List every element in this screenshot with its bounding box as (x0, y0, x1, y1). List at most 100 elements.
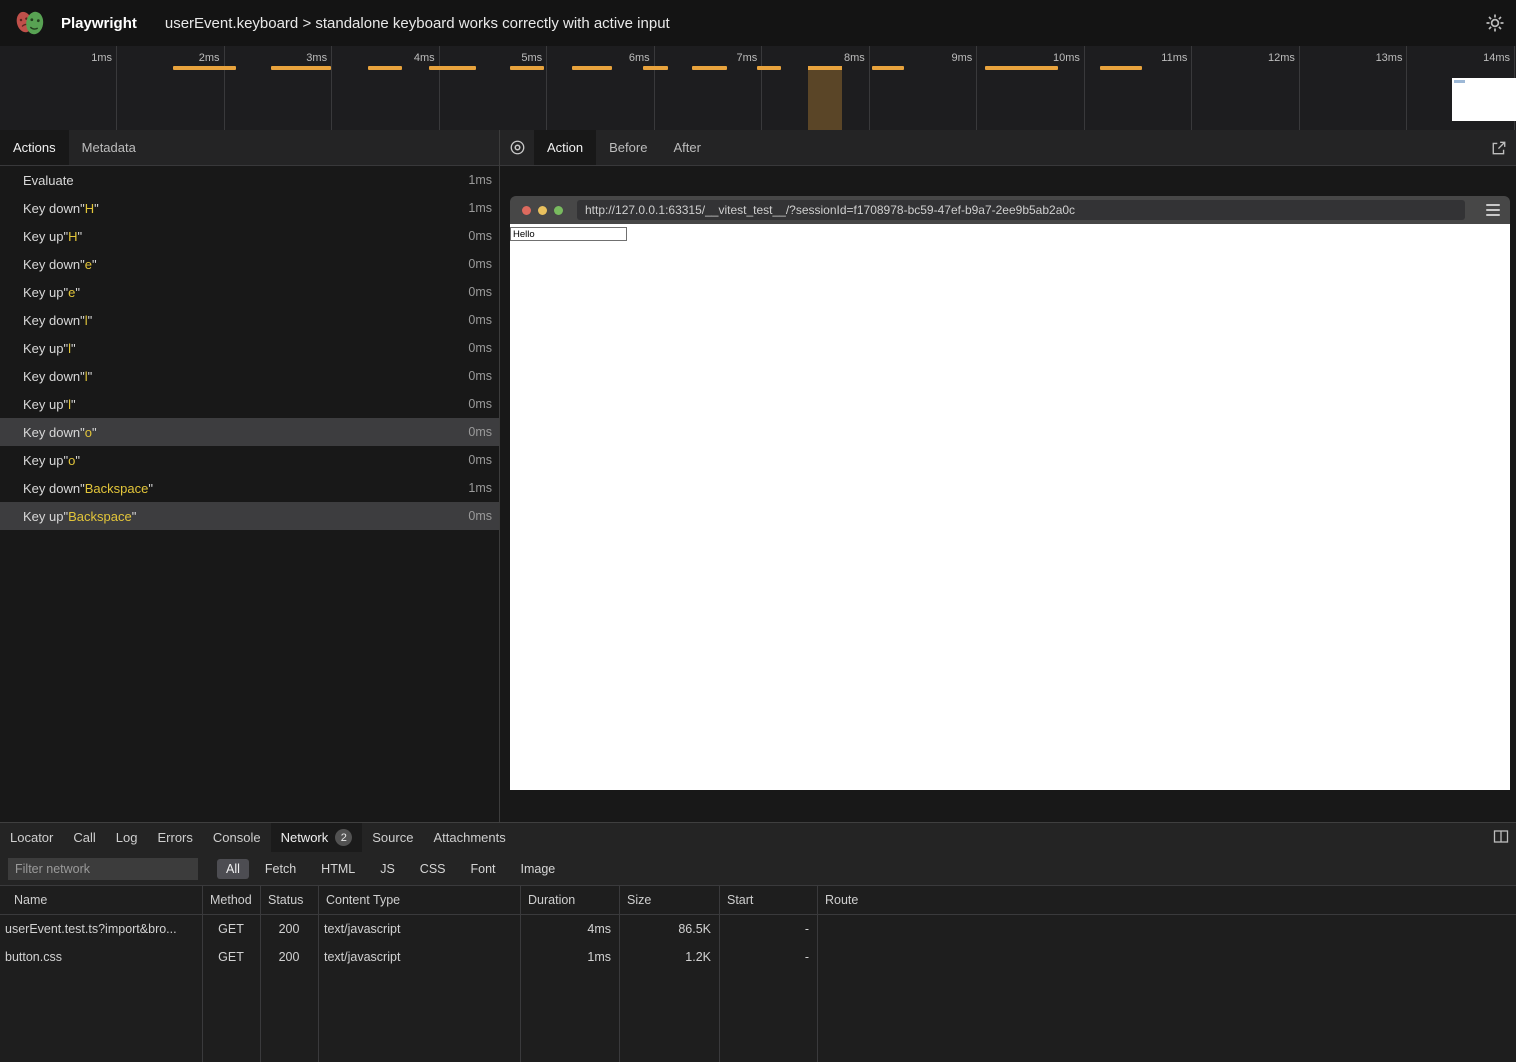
action-row[interactable]: Key up "e"0ms (0, 278, 499, 306)
filter-chip-html[interactable]: HTML (312, 859, 364, 879)
actions-panel-tabs: Actions Metadata (0, 130, 499, 166)
timeline-action-bar[interactable] (572, 66, 612, 70)
column-header-duration: Duration (520, 886, 619, 914)
details-tab-bar: LocatorCallLog Errors ConsoleNetwork2 Sourc… (0, 823, 1516, 852)
action-duration: 0ms (468, 229, 492, 243)
action-duration: 1ms (468, 481, 492, 495)
tab-source[interactable]: Source (362, 823, 423, 852)
tab-label: Attachments (433, 830, 505, 845)
action-row[interactable]: Key down "l"0ms (0, 306, 499, 334)
column-header-start: Start (719, 886, 817, 914)
tab-metadata[interactable]: Metadata (69, 130, 149, 165)
network-cell: 4ms (520, 915, 619, 943)
timeline-tick-label: 8ms (803, 52, 865, 64)
action-row[interactable]: Key down "Backspace"1ms (0, 474, 499, 502)
timeline-action-bar[interactable] (643, 66, 668, 70)
timeline-tick-label: 9ms (910, 52, 972, 64)
filter-network-input[interactable] (8, 858, 198, 880)
column-header-method: Method (202, 886, 260, 914)
tab-network[interactable]: Network2 (271, 823, 363, 852)
tab-actions[interactable]: Actions (0, 130, 69, 165)
snapshot-view: http://127.0.0.1:63315/__vitest_test__/?… (500, 166, 1516, 822)
action-row[interactable]: Evaluate1ms (0, 166, 499, 194)
action-row[interactable]: Key up "l"0ms (0, 334, 499, 362)
app-name: Playwright (61, 15, 137, 32)
timeline-action-bar[interactable] (173, 66, 236, 70)
timeline-action-bar[interactable] (510, 66, 544, 70)
tab-label: Errors (157, 830, 192, 845)
action-duration: 1ms (468, 201, 492, 215)
tab-label: Source (372, 830, 413, 845)
pick-locator-button[interactable] (500, 130, 534, 165)
action-duration: 0ms (468, 341, 492, 355)
timeline-selected-action-bar[interactable] (808, 66, 842, 130)
tab-before-label: Before (609, 140, 647, 155)
filter-chip-image[interactable]: Image (512, 859, 565, 879)
network-cell: text/javascript (318, 915, 520, 943)
network-row[interactable]: button.cssGET200text/javascript1ms1.2K- (0, 943, 1516, 971)
network-cell: - (719, 943, 817, 971)
action-title: Key down (23, 481, 80, 496)
browser-chrome: http://127.0.0.1:63315/__vitest_test__/?… (510, 196, 1510, 224)
action-row[interactable]: Key up "Backspace"0ms (0, 502, 499, 530)
network-cell: 200 (260, 915, 318, 943)
column-separator (260, 886, 261, 1062)
action-title: Key down (23, 425, 80, 440)
filter-chip-fetch[interactable]: Fetch (256, 859, 305, 879)
filter-chip-font[interactable]: Font (462, 859, 505, 879)
timeline-action-bar[interactable] (692, 66, 727, 70)
action-row[interactable]: Key up "H"0ms (0, 222, 499, 250)
tab-before[interactable]: Before (596, 130, 660, 165)
timeline-tick-label: 1ms (50, 52, 112, 64)
action-title: Key down (23, 257, 80, 272)
tab-attachments[interactable]: Attachments (423, 823, 515, 852)
timeline-action-bar[interactable] (429, 66, 476, 70)
timeline-gridline (1191, 46, 1192, 130)
timeline-action-bar[interactable] (368, 66, 402, 70)
timeline-gridline (546, 46, 547, 130)
split-view-icon[interactable] (1493, 829, 1509, 844)
maximize-window-icon (554, 206, 563, 215)
resource-type-filters: All Fetch HTML JS CSS Font Image (217, 859, 564, 879)
open-snapshot-button[interactable] (1491, 130, 1516, 165)
action-row[interactable]: Key down "H"1ms (0, 194, 499, 222)
timeline[interactable]: 1ms2ms3ms4ms5ms6ms7ms8ms9ms10ms11ms12ms1… (0, 46, 1516, 130)
timeline-action-bar[interactable] (1100, 66, 1142, 70)
minimize-window-icon (538, 206, 547, 215)
tab-after-label: After (673, 140, 700, 155)
network-row[interactable]: userEvent.test.ts?import&bro...GET200tex… (0, 915, 1516, 943)
timeline-gridline (1299, 46, 1300, 130)
action-title: Key down (23, 201, 80, 216)
action-title: Key up (23, 229, 63, 244)
action-row[interactable]: Key down "o"0ms (0, 418, 499, 446)
tab-call[interactable]: Call (63, 823, 105, 852)
filter-chip-all[interactable]: All (217, 859, 249, 879)
tab-action[interactable]: Action (534, 130, 596, 165)
tab-errors[interactable]: Errors (147, 823, 202, 852)
filter-chip-js[interactable]: JS (371, 859, 404, 879)
tab-log[interactable]: Log (106, 823, 148, 852)
filter-chip-css[interactable]: CSS (411, 859, 455, 879)
target-icon (509, 139, 526, 156)
main-split: Actions Metadata Evaluate1msKey down "H"… (0, 130, 1516, 822)
action-row[interactable]: Key up "l"0ms (0, 390, 499, 418)
tab-console[interactable]: Console (203, 823, 271, 852)
tab-after[interactable]: After (660, 130, 713, 165)
action-row[interactable]: Key up "o"0ms (0, 446, 499, 474)
test-title: userEvent.keyboard > standalone keyboard… (165, 15, 670, 32)
action-duration: 0ms (468, 453, 492, 467)
action-row[interactable]: Key down "e"0ms (0, 250, 499, 278)
action-title: Key up (23, 453, 63, 468)
timeline-screenshot-thumbnail[interactable] (1452, 78, 1516, 121)
timeline-action-bar[interactable] (985, 66, 1058, 70)
column-separator (719, 886, 720, 1062)
timeline-action-bar[interactable] (872, 66, 904, 70)
network-cell: GET (202, 943, 260, 971)
hello-text-input[interactable] (510, 227, 627, 241)
network-table-header: NameMethodStatusContent TypeDurationSize… (0, 886, 1516, 915)
action-row[interactable]: Key down "l"0ms (0, 362, 499, 390)
settings-gear-icon[interactable] (1485, 13, 1505, 33)
timeline-action-bar[interactable] (271, 66, 331, 70)
tab-locator[interactable]: Locator (0, 823, 63, 852)
timeline-action-bar[interactable] (757, 66, 781, 70)
